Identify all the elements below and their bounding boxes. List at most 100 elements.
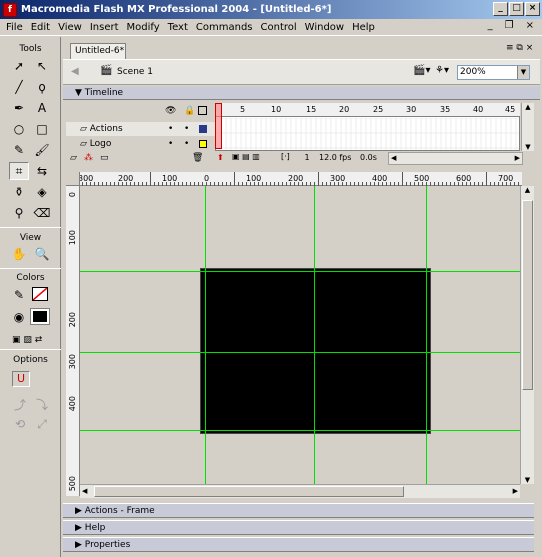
timeline-vscroll[interactable]: ▲ ▼ <box>521 103 534 151</box>
scene-label[interactable]: Scene 1 <box>117 67 153 77</box>
back-arrow-icon[interactable]: ◀ <box>71 66 79 77</box>
flash-app-icon[interactable]: f <box>3 2 17 17</box>
panel-options-icon[interactable]: ≡ ⧉ × <box>506 43 533 53</box>
paint-bucket-tool-icon[interactable]: ◈ <box>32 183 52 201</box>
brush-tool-icon[interactable]: 🖌 <box>32 141 52 159</box>
eraser-tool-icon[interactable]: ⌫ <box>32 204 52 222</box>
edit-markers-icon[interactable]: [·] <box>281 152 290 161</box>
guide-line-vertical[interactable] <box>426 186 427 484</box>
zoom-select[interactable]: 200% ▼ <box>457 65 530 80</box>
actions-panel-header[interactable]: ▶ Actions - Frame <box>63 503 534 518</box>
menu-edit[interactable]: Edit <box>27 22 54 33</box>
layer-visible-dot[interactable]: • <box>168 122 173 136</box>
center-frame-icon[interactable]: ⬆ <box>217 153 224 162</box>
menu-commands[interactable]: Commands <box>192 22 257 33</box>
scale-option-icon[interactable]: ⤢ <box>32 415 52 433</box>
stroke-color-swatch[interactable] <box>32 287 48 301</box>
free-transform-tool-icon[interactable]: ⌗ <box>9 162 29 180</box>
menu-modify[interactable]: Modify <box>123 22 164 33</box>
frame-ruler[interactable]: 5 10 15 20 25 30 35 40 45 <box>215 103 520 117</box>
scroll-up-icon[interactable]: ▲ <box>522 103 534 111</box>
guide-line-vertical[interactable] <box>314 186 315 484</box>
layer-lock-dot[interactable]: • <box>184 122 189 136</box>
snap-magnet-icon[interactable]: U <box>12 371 30 387</box>
smooth-option-icon[interactable]: ⤴ <box>10 395 30 413</box>
scroll-right-icon[interactable]: ▶ <box>513 487 518 495</box>
chevron-down-icon[interactable]: ▼ <box>517 66 529 79</box>
doc-minimize-button[interactable]: _ <box>484 20 497 31</box>
rectangle-tool-icon[interactable]: □ <box>32 120 52 138</box>
properties-panel-header[interactable]: ▶ Properties <box>63 537 534 552</box>
lasso-tool-icon[interactable]: ϙ <box>32 78 52 96</box>
scroll-right-icon[interactable]: ▶ <box>515 154 520 162</box>
menu-text[interactable]: Text <box>164 22 192 33</box>
outline-icon[interactable] <box>198 106 207 115</box>
onion-skin-icons[interactable]: ▣ ▤ ▥ <box>232 152 260 161</box>
menu-window[interactable]: Window <box>301 22 348 33</box>
scroll-thumb[interactable] <box>94 486 404 497</box>
scroll-down-icon[interactable]: ▼ <box>521 476 534 484</box>
menu-help[interactable]: Help <box>348 22 379 33</box>
edit-symbols-icon[interactable]: ⚘▾ <box>435 65 449 76</box>
doc-close-button[interactable]: × <box>522 20 538 31</box>
eyedropper-tool-icon[interactable]: ⚲ <box>9 204 29 222</box>
layer-row[interactable]: ▱ Actions • • <box>66 122 216 136</box>
stage-hscroll[interactable]: ◀ ▶ <box>80 484 520 498</box>
guide-line-horizontal[interactable] <box>80 352 520 353</box>
stroke-color-icon[interactable]: ✎ <box>9 286 29 304</box>
delete-layer-icon[interactable]: 🗑 <box>192 153 203 163</box>
layer-name[interactable]: Logo <box>90 139 112 149</box>
guide-line-vertical[interactable] <box>205 186 206 484</box>
zoom-tool-icon[interactable]: 🔍 <box>32 245 52 263</box>
fill-transform-tool-icon[interactable]: ⇆ <box>32 162 52 180</box>
pencil-tool-icon[interactable]: ✎ <box>9 141 29 159</box>
minimize-button[interactable]: _ <box>493 2 508 16</box>
swap-colors-icon[interactable]: ▣ ▨ ⇄ <box>12 335 42 345</box>
layer-row[interactable]: ▱ Logo • • <box>66 137 216 151</box>
pen-tool-icon[interactable]: ✒ <box>9 99 29 117</box>
help-panel-header[interactable]: ▶ Help <box>63 520 534 535</box>
scroll-down-icon[interactable]: ▼ <box>522 143 534 151</box>
rotate-option-icon[interactable]: ⟲ <box>10 415 30 433</box>
stage-vscroll[interactable]: ▲ ▼ <box>520 186 534 484</box>
ink-bottle-tool-icon[interactable]: ⚱ <box>9 183 29 201</box>
menu-insert[interactable]: Insert <box>86 22 123 33</box>
layer-lock-dot[interactable]: • <box>184 137 189 151</box>
scroll-left-icon[interactable]: ◀ <box>391 154 396 162</box>
timeline-header[interactable]: ▼ Timeline <box>63 87 540 100</box>
insert-layer-icon[interactable]: ▱ <box>70 153 77 163</box>
motion-guide-icon[interactable]: ⁂ <box>84 153 93 163</box>
lock-icon[interactable]: 🔒 <box>184 106 195 116</box>
scroll-up-icon[interactable]: ▲ <box>521 186 534 194</box>
scroll-thumb[interactable] <box>522 200 533 390</box>
insert-folder-icon[interactable]: ▭ <box>100 153 109 163</box>
arrow-tool-icon[interactable]: ➚ <box>9 57 29 75</box>
maximize-button[interactable]: □ <box>509 2 524 16</box>
scroll-left-icon[interactable]: ◀ <box>82 487 87 495</box>
text-tool-icon[interactable]: A <box>32 99 52 117</box>
layer-outline-color[interactable] <box>199 125 207 133</box>
straighten-option-icon[interactable]: ⤵ <box>32 395 52 413</box>
document-tab[interactable]: Untitled-6* <box>70 43 126 59</box>
line-tool-icon[interactable]: ╱ <box>9 78 29 96</box>
guide-line-horizontal[interactable] <box>80 271 520 272</box>
show-hide-icon[interactable]: 👁 <box>165 106 176 116</box>
menu-control[interactable]: Control <box>257 22 301 33</box>
fill-color-icon[interactable]: ◉ <box>9 308 29 326</box>
edit-scene-icon[interactable]: 🎬▾ <box>413 65 430 76</box>
subselect-tool-icon[interactable]: ↖ <box>32 57 52 75</box>
stage-canvas[interactable] <box>200 268 431 434</box>
playhead[interactable] <box>215 103 222 149</box>
layer-visible-dot[interactable]: • <box>168 137 173 151</box>
hand-tool-icon[interactable]: ✋ <box>9 245 29 263</box>
close-button[interactable]: × <box>525 2 540 16</box>
menu-view[interactable]: View <box>54 22 86 33</box>
oval-tool-icon[interactable]: ○ <box>9 120 29 138</box>
guide-line-horizontal[interactable] <box>80 430 520 431</box>
layer-outline-color[interactable] <box>199 140 207 148</box>
doc-restore-button[interactable]: ❐ <box>501 20 518 31</box>
fill-color-swatch[interactable] <box>30 308 50 325</box>
menu-file[interactable]: File <box>2 22 27 33</box>
layer-name[interactable]: Actions <box>90 124 123 134</box>
timeline-hscroll[interactable]: ◀ ▶ <box>388 152 523 165</box>
